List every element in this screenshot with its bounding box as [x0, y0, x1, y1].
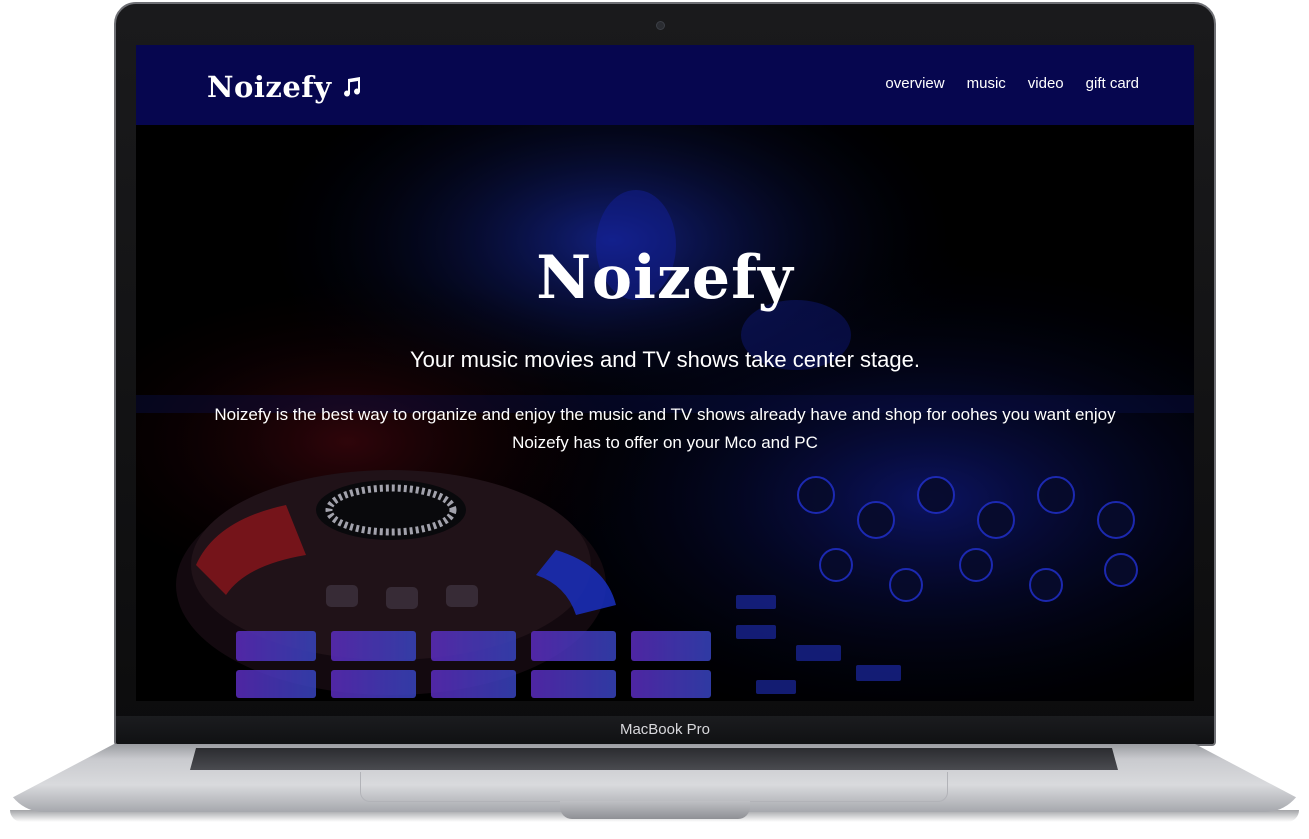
- nav-link-overview[interactable]: overview: [885, 75, 944, 92]
- lid-opening-notch: [560, 801, 750, 819]
- main-nav: overview music video gift card: [885, 75, 1139, 92]
- nav-link-video[interactable]: video: [1028, 75, 1064, 92]
- camera-icon: [656, 21, 665, 30]
- music-note-icon: [343, 77, 360, 97]
- brand-name: Noizefy: [207, 70, 332, 104]
- hero-subtitle: Your music movies and TV shows take cent…: [410, 347, 920, 372]
- screen: Noizefy overview music video gift card N…: [136, 45, 1194, 701]
- hero-description-line: Noizefy has to offer on your Mco and PC: [512, 433, 818, 452]
- laptop-mockup: Noizefy overview music video gift card N…: [0, 0, 1309, 839]
- hero-title: Noizefy: [536, 243, 794, 313]
- nav-link-gift-card[interactable]: gift card: [1086, 75, 1139, 92]
- trackpad-edge: [360, 772, 948, 802]
- top-navbar: Noizefy overview music video gift card: [136, 45, 1194, 125]
- nav-link-music[interactable]: music: [967, 75, 1006, 92]
- model-label: MacBook Pro: [619, 721, 711, 738]
- hero-description: Noizefy is the best way to organize and …: [196, 401, 1134, 457]
- brand-logo[interactable]: Noizefy: [207, 67, 364, 107]
- hero-description-line: Noizefy is the best way to organize and …: [214, 405, 1116, 424]
- laptop-chin: MacBook Pro: [116, 716, 1214, 744]
- keyboard-edge: [190, 748, 1118, 770]
